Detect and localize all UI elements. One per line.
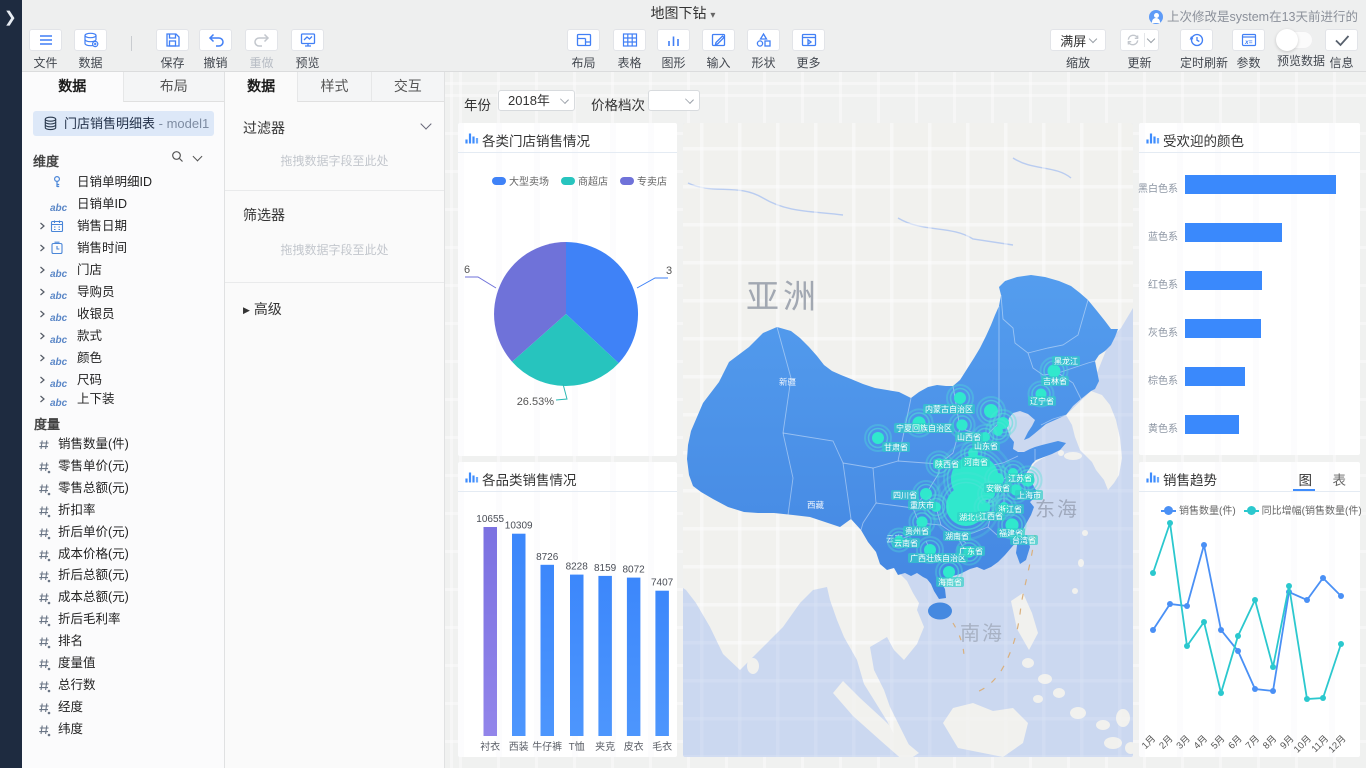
svg-text:夹克: 夹克 (595, 740, 615, 753)
svg-text:5月: 5月 (1209, 733, 1227, 751)
svg-text:1月: 1月 (1140, 733, 1158, 751)
svg-text:西装: 西装 (509, 740, 529, 753)
svg-text:x=: x= (1244, 39, 1253, 46)
svg-text:内蒙古自治区: 内蒙古自治区 (925, 404, 973, 414)
svg-text:山东省: 山东省 (974, 441, 998, 451)
svg-text:重庆市: 重庆市 (910, 500, 934, 510)
svg-text:河南省: 河南省 (964, 457, 988, 467)
svg-text:广东省: 广东省 (959, 546, 983, 556)
svg-text:黑龙江: 黑龙江 (1054, 356, 1078, 366)
svg-text:8726: 8726 (536, 552, 559, 563)
svg-text:山西省: 山西省 (957, 432, 981, 442)
svg-text:3: 3 (666, 265, 672, 277)
svg-text:8228: 8228 (566, 562, 589, 573)
svg-text:江西省: 江西省 (979, 511, 1003, 521)
svg-text:7407: 7407 (651, 578, 674, 589)
svg-text:辽宁省: 辽宁省 (1030, 396, 1054, 406)
svg-text:台湾省: 台湾省 (1012, 535, 1036, 545)
svg-text:10655: 10655 (476, 514, 504, 525)
svg-text:6: 6 (464, 264, 470, 276)
svg-text:云南省: 云南省 (894, 538, 918, 548)
svg-text:皮衣: 皮衣 (624, 740, 644, 753)
svg-text:上海市: 上海市 (1017, 490, 1041, 500)
svg-text:10309: 10309 (505, 521, 533, 532)
svg-text:安徽省: 安徽省 (986, 483, 1010, 493)
svg-text:新疆: 新疆 (779, 377, 797, 387)
svg-text:吉林省: 吉林省 (1043, 376, 1067, 386)
svg-text:陕西省: 陕西省 (935, 459, 959, 469)
svg-text:海南省: 海南省 (938, 577, 962, 587)
svg-text:26.53%: 26.53% (517, 396, 555, 408)
svg-text:江苏省: 江苏省 (1008, 473, 1032, 483)
svg-text:毛衣: 毛衣 (652, 740, 672, 753)
svg-text:西藏: 西藏 (807, 500, 825, 510)
svg-text:T恤: T恤 (569, 740, 585, 753)
svg-text:亚洲: 亚洲 (746, 278, 820, 315)
svg-text:6月: 6月 (1226, 733, 1244, 751)
svg-text:东海: 东海 (1035, 498, 1079, 521)
svg-text:甘肃省: 甘肃省 (884, 442, 908, 452)
svg-text:8月: 8月 (1261, 733, 1279, 751)
svg-text:南海: 南海 (960, 622, 1004, 645)
svg-text:11月: 11月 (1310, 733, 1331, 754)
svg-text:四川省: 四川省 (893, 490, 917, 500)
svg-text:宁夏回族自治区: 宁夏回族自治区 (896, 423, 952, 433)
svg-text:10月: 10月 (1292, 733, 1314, 755)
svg-text:衬衣: 衬衣 (480, 740, 500, 753)
svg-text:牛仔裤: 牛仔裤 (532, 740, 562, 753)
svg-text:12月: 12月 (1326, 733, 1348, 755)
svg-text:2月: 2月 (1157, 733, 1175, 751)
svg-text:7月: 7月 (1244, 733, 1262, 751)
svg-text:8159: 8159 (594, 563, 617, 574)
svg-text:湖南省: 湖南省 (945, 531, 969, 541)
svg-text:贵州省: 贵州省 (905, 526, 929, 536)
svg-text:3月: 3月 (1174, 733, 1192, 751)
svg-text:4月: 4月 (1192, 733, 1210, 751)
svg-text:8072: 8072 (622, 565, 645, 576)
